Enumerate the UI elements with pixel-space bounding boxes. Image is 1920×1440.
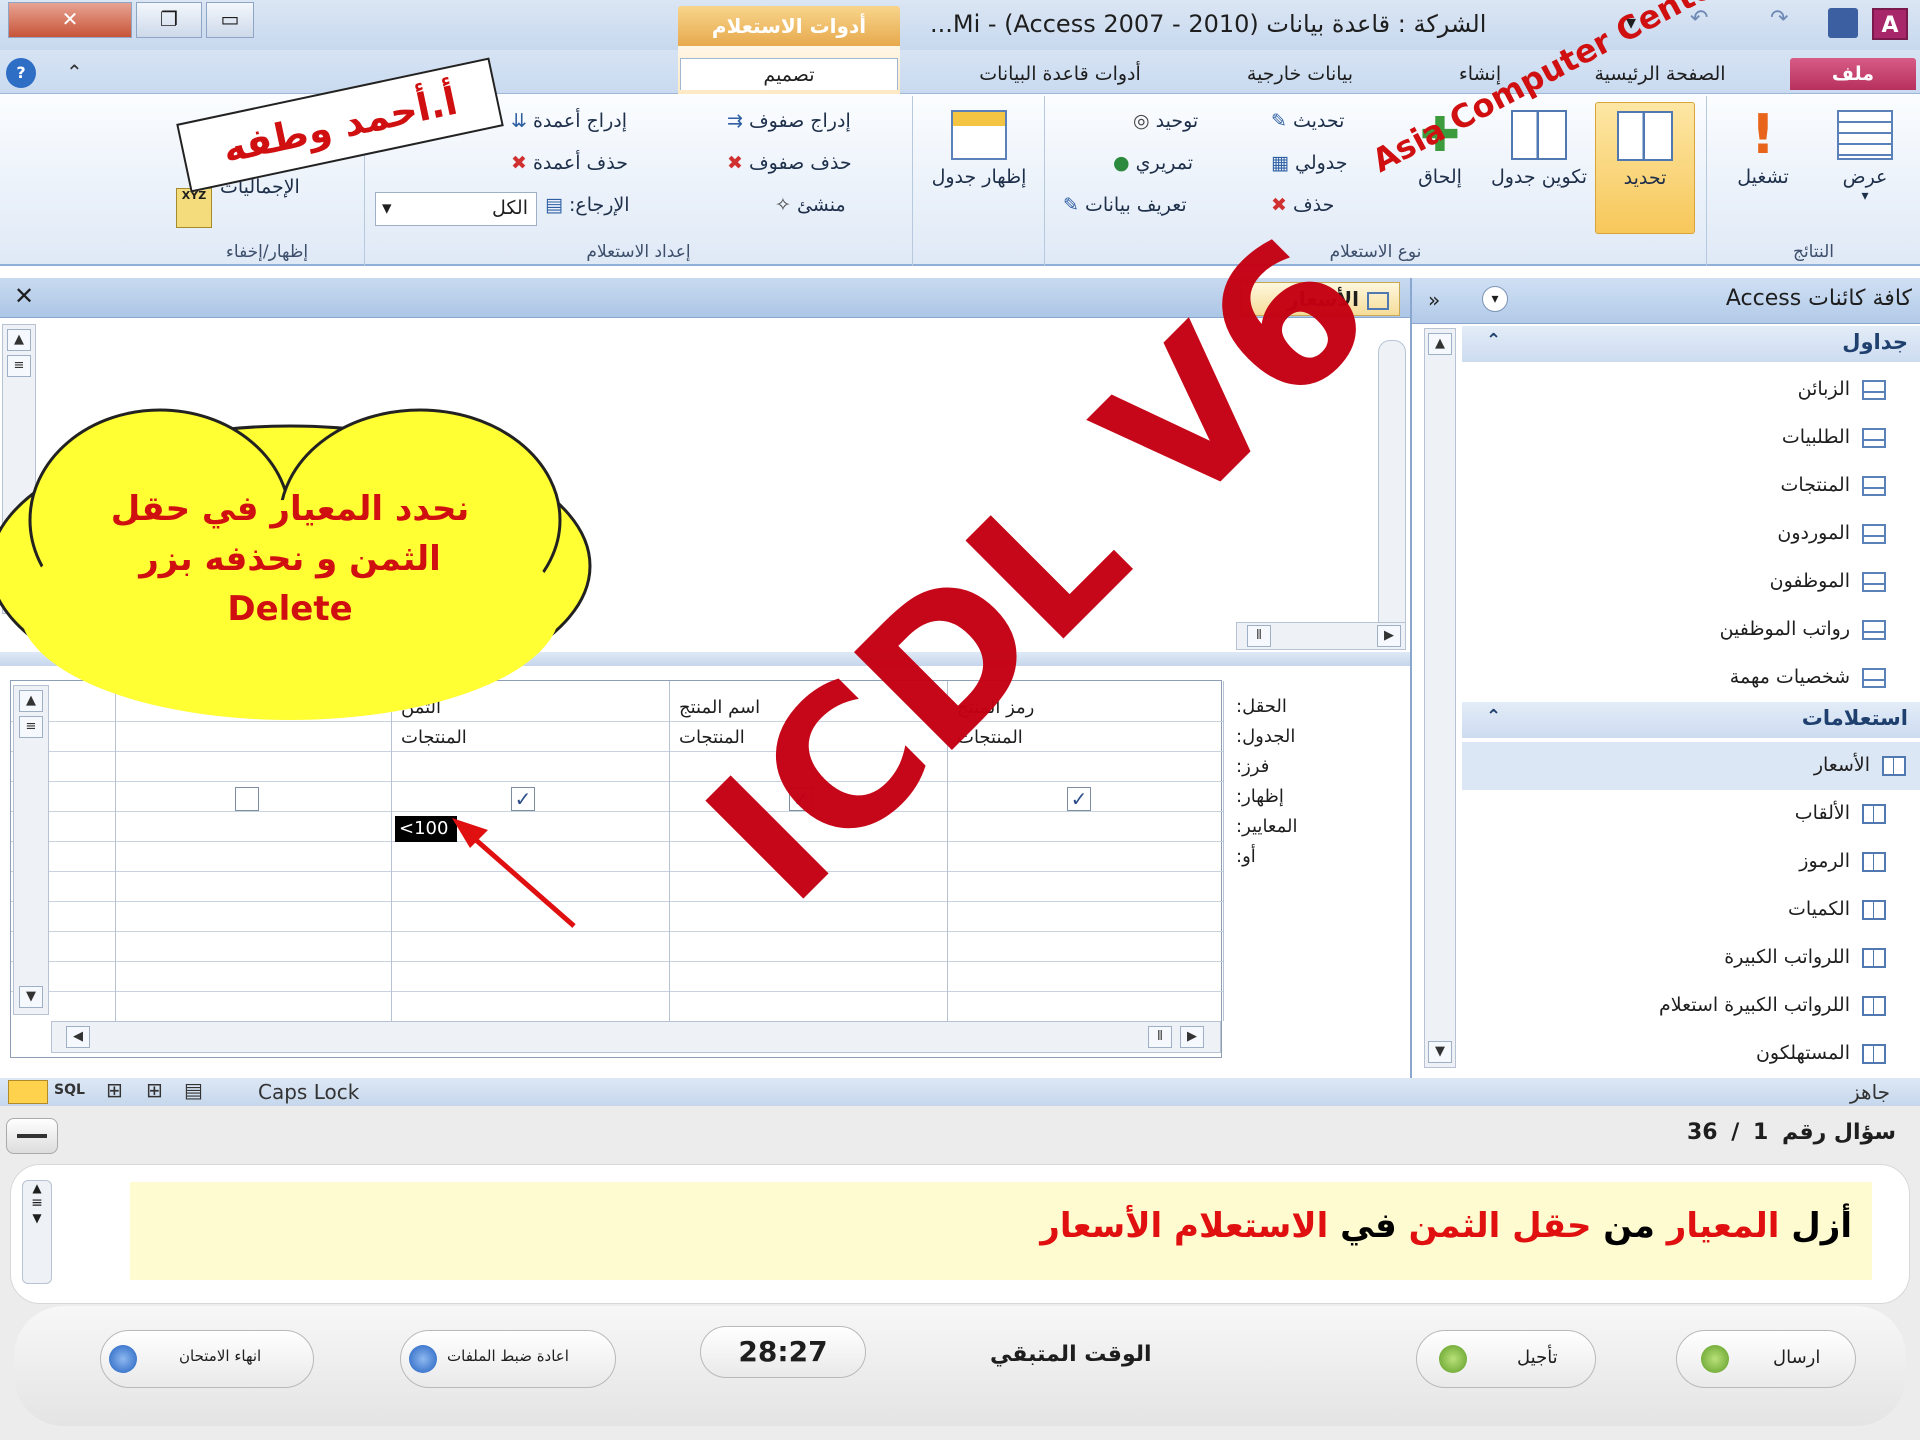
red-arrow-line bbox=[458, 824, 576, 928]
callout-line-2: الثمن و نحذفه بزر bbox=[139, 539, 441, 579]
callout-line-1: نحدد المعيار في حقل bbox=[110, 489, 470, 529]
callout-text: نحدد المعيار في حقل الثمن و نحذفه بزر De… bbox=[60, 484, 520, 634]
callout-line-3: Delete bbox=[227, 589, 353, 629]
